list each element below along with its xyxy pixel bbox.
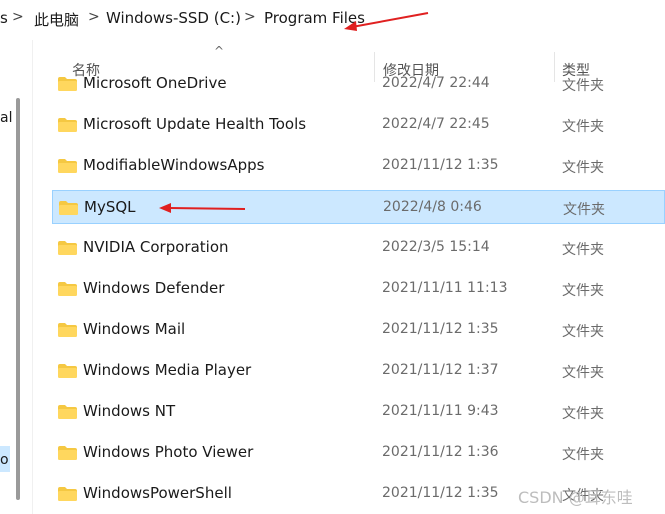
file-name: Windows Photo Viewer bbox=[83, 443, 254, 461]
nav-item-label[interactable]: o bbox=[0, 452, 9, 468]
file-name: ModifiableWindowsApps bbox=[83, 156, 265, 174]
file-date: 2021/11/12 1:36 bbox=[382, 444, 499, 460]
list-item[interactable]: Microsoft Update Health Tools 2022/4/7 2… bbox=[52, 108, 665, 142]
file-type: 文件夹 bbox=[562, 324, 604, 340]
file-date: 2021/11/12 1:35 bbox=[382, 485, 499, 501]
file-type: 文件夹 bbox=[563, 202, 605, 218]
file-name: WindowsPowerShell bbox=[83, 484, 232, 502]
file-name: Microsoft Update Health Tools bbox=[83, 115, 307, 133]
folder-icon bbox=[59, 201, 78, 215]
list-item[interactable]: Windows Defender 2021/11/11 11:13 文件夹 bbox=[52, 272, 665, 306]
breadcrumb-this-pc[interactable]: 此电脑 bbox=[34, 9, 79, 30]
file-type: 文件夹 bbox=[562, 365, 604, 381]
address-bar[interactable]: s > 此电脑 > Windows-SSD (C:) > Program Fil… bbox=[0, 0, 665, 38]
nav-item-label[interactable]: al bbox=[0, 110, 12, 126]
list-item[interactable]: Microsoft OneDrive 2022/4/7 22:44 文件夹 bbox=[52, 72, 665, 101]
list-item[interactable]: NVIDIA Corporation 2022/3/5 15:14 文件夹 bbox=[52, 231, 665, 265]
file-date: 2021/11/12 1:35 bbox=[382, 157, 499, 173]
file-type: 文件夹 bbox=[562, 78, 604, 94]
sort-ascending-icon: ^ bbox=[214, 44, 225, 58]
file-date: 2021/11/11 11:13 bbox=[382, 280, 508, 296]
file-name: Microsoft OneDrive bbox=[83, 74, 227, 92]
address-bar-left-fragment: s bbox=[0, 9, 8, 27]
file-list: Microsoft OneDrive 2022/4/7 22:44 文件夹 Mi… bbox=[52, 72, 665, 514]
file-name: Windows Defender bbox=[83, 279, 225, 297]
folder-icon bbox=[58, 77, 77, 91]
file-type: 文件夹 bbox=[562, 119, 604, 135]
list-item[interactable]: ModifiableWindowsApps 2021/11/12 1:35 文件… bbox=[52, 149, 665, 183]
file-type: 文件夹 bbox=[562, 242, 604, 258]
chevron-right-icon[interactable]: > bbox=[88, 9, 100, 25]
folder-icon bbox=[58, 159, 77, 173]
file-date: 2021/11/12 1:37 bbox=[382, 362, 499, 378]
list-item[interactable]: Windows NT 2021/11/11 9:43 文件夹 bbox=[52, 395, 665, 429]
file-name: Windows NT bbox=[83, 402, 176, 420]
file-type: 文件夹 bbox=[562, 160, 604, 176]
file-type: 文件夹 bbox=[562, 447, 604, 463]
folder-icon bbox=[58, 323, 77, 337]
folder-icon bbox=[58, 446, 77, 460]
folder-icon bbox=[58, 364, 77, 378]
folder-icon bbox=[58, 282, 77, 296]
folder-icon bbox=[58, 405, 77, 419]
file-date: 2022/4/8 0:46 bbox=[383, 199, 482, 215]
annotation-arrow bbox=[344, 12, 429, 31]
file-date: 2022/4/7 22:45 bbox=[382, 116, 490, 132]
chevron-right-icon[interactable]: > bbox=[244, 9, 256, 25]
list-item[interactable]: Windows Photo Viewer 2021/11/12 1:36 文件夹 bbox=[52, 436, 665, 470]
file-date: 2022/4/7 22:44 bbox=[382, 75, 490, 91]
annotation-arrow bbox=[159, 203, 246, 213]
list-item[interactable]: Windows Mail 2021/11/12 1:35 文件夹 bbox=[52, 313, 665, 347]
file-date: 2021/11/11 9:43 bbox=[382, 403, 499, 419]
file-name: Windows Mail bbox=[83, 320, 186, 338]
breadcrumb-drive[interactable]: Windows-SSD (C:) bbox=[106, 9, 241, 27]
list-item[interactable]: Windows Media Player 2021/11/12 1:37 文件夹 bbox=[52, 354, 665, 388]
folder-icon bbox=[58, 118, 77, 132]
folder-icon bbox=[58, 487, 77, 501]
folder-icon bbox=[58, 241, 77, 255]
file-type: 文件夹 bbox=[562, 406, 604, 422]
nav-scrollbar[interactable] bbox=[16, 98, 20, 500]
watermark: CSDN @耳东哇 bbox=[518, 488, 633, 507]
file-name: NVIDIA Corporation bbox=[83, 238, 229, 256]
list-item-selected[interactable]: MySQL 2022/4/8 0:46 文件夹 bbox=[52, 190, 665, 224]
file-type: 文件夹 bbox=[562, 283, 604, 299]
chevron-right-icon[interactable]: > bbox=[12, 9, 24, 25]
navigation-pane[interactable]: al o bbox=[0, 40, 33, 514]
file-name: Windows Media Player bbox=[83, 361, 252, 379]
file-date: 2022/3/5 15:14 bbox=[382, 239, 490, 255]
file-date: 2021/11/12 1:35 bbox=[382, 321, 499, 337]
file-name: MySQL bbox=[84, 198, 136, 216]
